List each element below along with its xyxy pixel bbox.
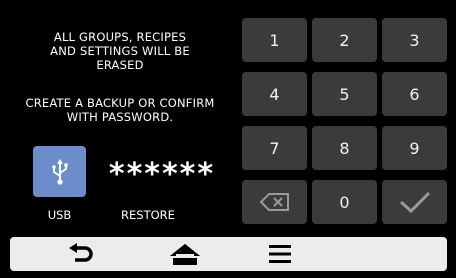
menu-button[interactable] bbox=[250, 237, 310, 271]
key-1[interactable]: 1 bbox=[242, 18, 307, 62]
key-9[interactable]: 9 bbox=[382, 126, 447, 170]
confirm-message: CREATE A BACKUP OR CONFIRM WITH PASSWORD… bbox=[0, 96, 240, 124]
back-button[interactable] bbox=[52, 237, 112, 271]
restore-label: RESTORE bbox=[121, 208, 175, 222]
warning-line: ALL GROUPS, RECIPES bbox=[53, 30, 187, 44]
usb-label: USB bbox=[47, 208, 72, 222]
key-8[interactable]: 8 bbox=[312, 126, 377, 170]
warning-line: ERASED bbox=[96, 58, 144, 72]
confirm-line: WITH PASSWORD. bbox=[66, 110, 174, 124]
key-6[interactable]: 6 bbox=[382, 72, 447, 116]
key-7[interactable]: 7 bbox=[242, 126, 307, 170]
password-field[interactable]: ****** bbox=[92, 158, 232, 192]
usb-button[interactable] bbox=[33, 146, 86, 197]
menu-icon bbox=[269, 245, 291, 263]
bottom-nav-bar bbox=[10, 237, 447, 271]
key-3[interactable]: 3 bbox=[382, 18, 447, 62]
warning-line: AND SETTINGS WILL BE bbox=[50, 44, 190, 58]
confirm-button[interactable] bbox=[382, 180, 447, 224]
backspace-icon bbox=[259, 193, 289, 211]
home-icon bbox=[170, 244, 200, 265]
back-arrow-icon bbox=[69, 243, 93, 262]
warning-message: ALL GROUPS, RECIPES AND SETTINGS WILL BE… bbox=[0, 30, 240, 72]
home-button[interactable] bbox=[155, 237, 215, 271]
key-4[interactable]: 4 bbox=[242, 72, 307, 116]
key-5[interactable]: 5 bbox=[312, 72, 377, 116]
key-0[interactable]: 0 bbox=[312, 180, 377, 224]
usb-icon bbox=[51, 158, 68, 185]
confirm-line: CREATE A BACKUP OR CONFIRM bbox=[25, 96, 215, 110]
checkmark-icon bbox=[399, 191, 430, 214]
backspace-button[interactable] bbox=[242, 180, 307, 224]
key-2[interactable]: 2 bbox=[312, 18, 377, 62]
